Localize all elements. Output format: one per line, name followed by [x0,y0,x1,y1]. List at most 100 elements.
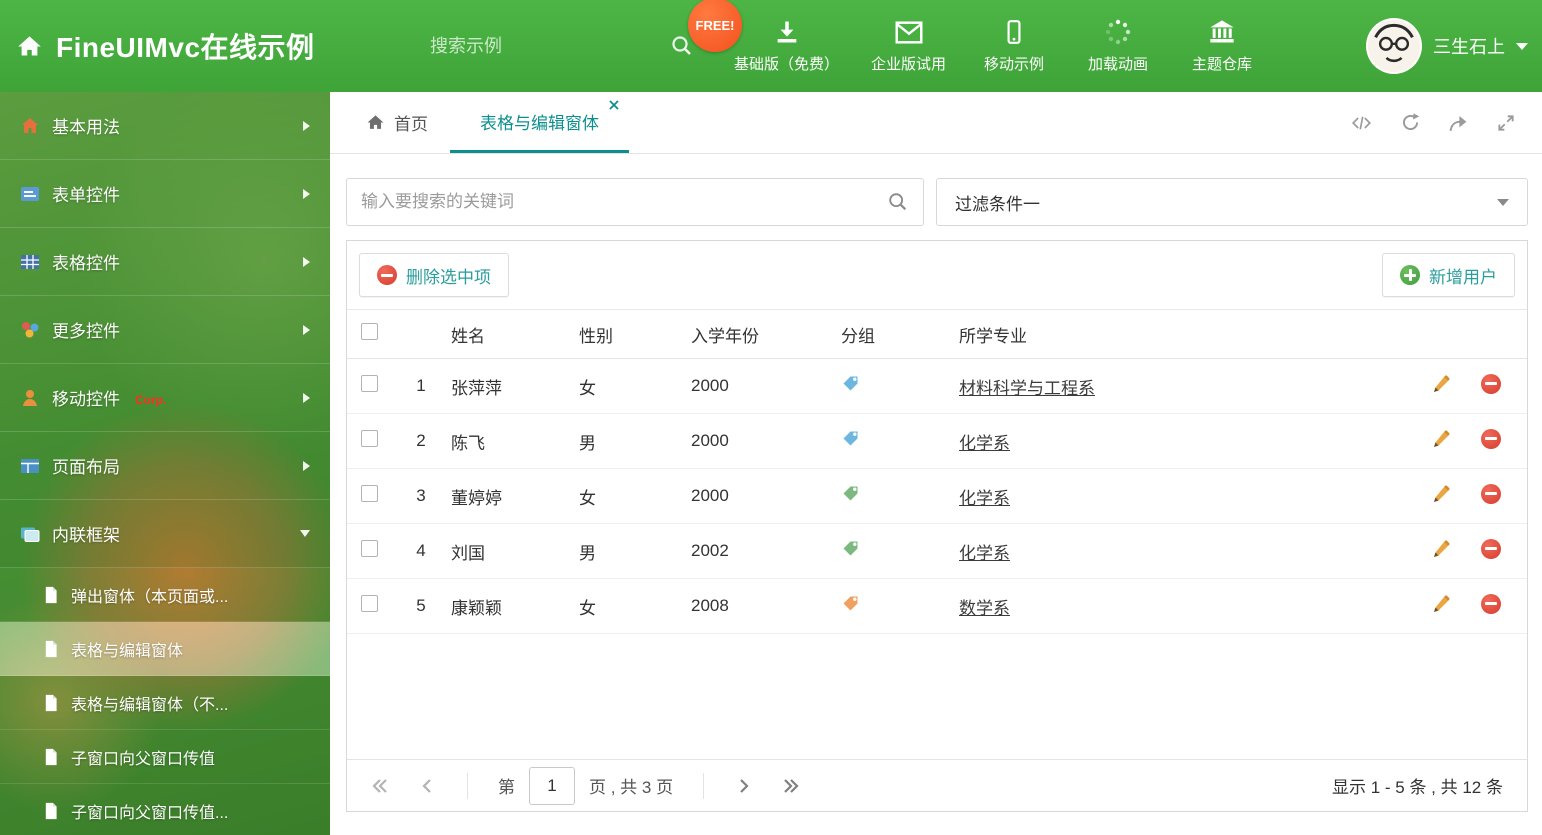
major-link[interactable]: 化学系 [959,434,1010,453]
header-nav: 基础版（免费） 企业版试用 移动示例 加载动画 主题仓库 [718,0,1274,92]
delete-row-icon[interactable] [1481,428,1501,449]
sidebar-subitem-grid-edit-window[interactable]: 表格与编辑窗体 [0,622,330,676]
sidebar-subitem-child-to-parent[interactable]: 子窗口向父窗口传值 [0,730,330,784]
sidebar-subitem-child-to-parent-2[interactable]: 子窗口向父窗口传值... [0,784,330,835]
chevron-right-icon [303,324,310,335]
row-checkbox[interactable] [361,595,378,612]
sidebar-item-form-controls[interactable]: 表单控件 [0,160,330,228]
sidebar-item-label: 更多控件 [52,322,120,341]
nav-label: 主题仓库 [1192,56,1253,73]
cell-name: 董婷婷 [451,488,502,508]
cell-gender: 男 [579,433,596,453]
users-grid-panel: 删除选中项 新增用户 姓名 性别 入学年份 分组 所学专业 1 张萍萍 女 20… [346,240,1528,812]
tab-home[interactable]: 首页 [344,92,450,153]
refresh-icon[interactable] [1400,112,1421,133]
sidebar-subitem-label: 子窗口向父窗口传值... [71,804,229,822]
chevron-right-icon [303,392,310,403]
nav-item-theme-repo[interactable]: 主题仓库 [1170,18,1274,74]
delete-row-icon[interactable] [1481,373,1501,394]
sidebar-item-iframe[interactable]: 内联框架 [0,500,330,568]
file-icon [44,694,60,712]
record-summary: 显示 1 - 5 条 , 共 12 条 [1332,778,1503,797]
delete-row-icon[interactable] [1481,593,1501,614]
page-number-input[interactable] [529,766,575,805]
sidebar-item-label: 页面布局 [52,458,120,477]
add-user-button[interactable]: 新增用户 [1382,253,1515,297]
sidebar-item-label: 移动控件 [52,390,120,409]
sidebar-item-mobile-controls[interactable]: 移动控件 Corp. [0,364,330,432]
tab-grid-edit-window[interactable]: 表格与编辑窗体 [450,92,629,153]
major-link[interactable]: 材料科学与工程系 [959,379,1095,398]
search-icon[interactable] [887,191,909,213]
brand[interactable]: FineUIMvc在线示例 [16,0,315,92]
file-icon [44,802,60,820]
tab-label: 表格与编辑窗体 [480,113,599,133]
divider [467,772,468,799]
user-menu[interactable]: 三生石上 [1366,0,1528,92]
edit-icon[interactable] [1431,484,1451,504]
row-checkbox[interactable] [361,375,378,392]
cell-name: 康颖颖 [451,598,502,618]
row-index: 1 [416,376,426,395]
cell-year: 2000 [691,431,729,450]
sidebar-item-basic-usage[interactable]: 基本用法 [0,92,330,160]
edit-icon[interactable] [1431,594,1451,614]
sidebar-item-grid-controls[interactable]: 表格控件 [0,228,330,296]
select-all-checkbox[interactable] [361,323,378,340]
sidebar-item-label: 表单控件 [52,186,120,205]
home-icon [16,33,43,60]
source-code-icon[interactable] [1350,113,1373,133]
next-page-icon[interactable] [734,777,752,795]
filter-dropdown[interactable]: 过滤条件一 [936,178,1528,226]
chevron-right-icon [303,460,310,471]
column-header-year[interactable]: 入学年份 [683,322,833,347]
nav-item-enterprise-trial[interactable]: 企业版试用 [855,19,962,74]
sidebar-subitem-grid-edit-window-2[interactable]: 表格与编辑窗体（不... [0,676,330,730]
cell-year: 2002 [691,541,729,560]
edit-icon[interactable] [1431,539,1451,559]
chevron-right-icon [303,120,310,131]
table-row: 2 陈飞 男 2000 化学系 [347,414,1527,469]
nav-item-mobile-demo[interactable]: 移动示例 [962,18,1066,74]
column-header-gender[interactable]: 性别 [571,322,683,347]
table-row: 4 刘国 男 2002 化学系 [347,524,1527,579]
column-header-name[interactable]: 姓名 [443,322,571,347]
sidebar-item-more-controls[interactable]: 更多控件 [0,296,330,364]
sidebar-subitem-popup-window[interactable]: 弹出窗体（本页面或... [0,568,330,622]
row-checkbox[interactable] [361,485,378,502]
edit-icon[interactable] [1431,429,1451,449]
sidebar-item-page-layout[interactable]: 页面布局 [0,432,330,500]
envelope-icon [894,19,924,46]
cell-name: 张萍萍 [451,378,502,398]
column-header-group[interactable]: 分组 [833,322,951,347]
first-page-icon[interactable] [371,777,389,795]
share-icon[interactable] [1448,113,1469,133]
nav-label: 基础版（免费） [734,56,840,73]
expand-icon[interactable] [1496,113,1516,133]
free-badge: FREE! [688,0,742,52]
keyword-search-input[interactable] [361,192,887,212]
header-search-input[interactable] [430,35,662,57]
prev-page-icon[interactable] [419,777,437,795]
delete-selected-button[interactable]: 删除选中项 [359,253,509,297]
last-page-icon[interactable] [782,777,800,795]
file-icon [44,640,60,658]
cell-year: 2008 [691,596,729,615]
row-checkbox[interactable] [361,430,378,447]
delete-row-icon[interactable] [1481,483,1501,504]
cell-name: 刘国 [451,543,485,563]
close-icon[interactable] [609,100,619,110]
keyword-search [346,178,924,226]
table-row: 5 康颖颖 女 2008 数学系 [347,579,1527,634]
nav-item-loading-animations[interactable]: 加载动画 [1066,18,1170,74]
major-link[interactable]: 数学系 [959,599,1010,618]
bank-icon [1208,18,1236,46]
row-checkbox[interactable] [361,540,378,557]
column-header-major[interactable]: 所学专业 [951,322,1423,347]
edit-icon[interactable] [1431,374,1451,394]
major-link[interactable]: 化学系 [959,544,1010,563]
add-user-label: 新增用户 [1429,267,1497,287]
delete-row-icon[interactable] [1481,538,1501,559]
download-icon [773,18,801,46]
major-link[interactable]: 化学系 [959,489,1010,508]
